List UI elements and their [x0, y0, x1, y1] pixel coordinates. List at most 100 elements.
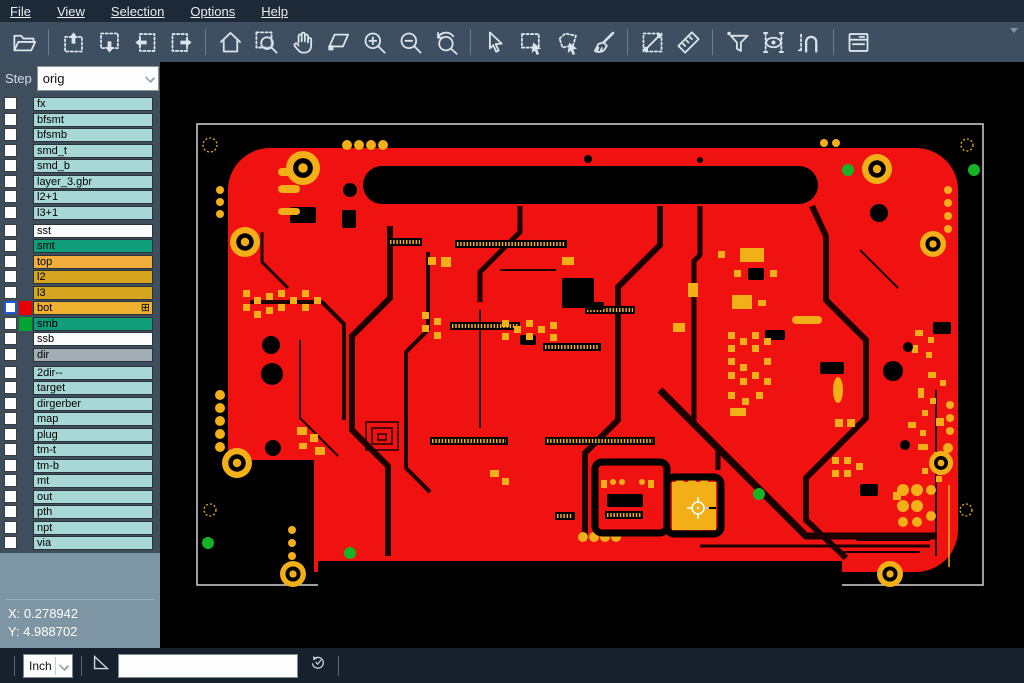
layer-checkbox-target[interactable]: [4, 381, 17, 394]
layer-checkbox-l3+1[interactable]: [4, 206, 17, 219]
layer-name-bfsmt[interactable]: bfsmt: [33, 113, 153, 127]
ruler-button[interactable]: [670, 25, 706, 59]
move-down-button[interactable]: [91, 25, 127, 59]
select-poly-button[interactable]: [549, 25, 585, 59]
layer-name-l2[interactable]: l2: [33, 270, 153, 284]
layer-checkbox-bfsmb[interactable]: [4, 128, 17, 141]
layer-checkbox-l2[interactable]: [4, 270, 17, 283]
layer-checkbox-npt[interactable]: [4, 521, 17, 534]
layer-checkbox-smd_t[interactable]: [4, 144, 17, 157]
layer-checkbox-2dir--[interactable]: [4, 366, 17, 379]
pcb-canvas[interactable]: [160, 62, 1024, 648]
net-trace-button[interactable]: [791, 25, 827, 59]
layer-name-ssb[interactable]: ssb: [33, 332, 153, 346]
menu-options[interactable]: Options: [190, 4, 235, 19]
layer-checkbox-layer_3.gbr[interactable]: [4, 175, 17, 188]
filter-button[interactable]: [719, 25, 755, 59]
menu-view[interactable]: View: [57, 4, 85, 19]
zoom-area-button[interactable]: [248, 25, 284, 59]
open-folder-button[interactable]: [6, 25, 42, 59]
select-rect-button[interactable]: [513, 25, 549, 59]
layer-checkbox-l2+1[interactable]: [4, 190, 17, 203]
zoom-out-button[interactable]: [392, 25, 428, 59]
green-marker: [202, 537, 214, 549]
layer-name-dir[interactable]: dir: [33, 348, 153, 362]
layer-name-2dir--[interactable]: 2dir--: [33, 366, 153, 380]
layer-name-mt[interactable]: mt: [33, 474, 153, 488]
layer-name-plug[interactable]: plug: [33, 428, 153, 442]
layer-name-smd_b[interactable]: smd_b: [33, 159, 153, 173]
layer-checkbox-smb[interactable]: [4, 317, 17, 330]
layer-name-smd_t[interactable]: smd_t: [33, 144, 153, 158]
layer-name-target[interactable]: target: [33, 381, 153, 395]
layer-checkbox-smd_b[interactable]: [4, 159, 17, 172]
layer-checkbox-sst[interactable]: [4, 224, 17, 237]
layer-name-out[interactable]: out: [33, 490, 153, 504]
report-form-button[interactable]: [840, 25, 876, 59]
layer-checkbox-dir[interactable]: [4, 348, 17, 361]
layer-name-l3+1[interactable]: l3+1: [33, 206, 153, 220]
layer-checkbox-smt[interactable]: [4, 239, 17, 252]
layer-checkbox-map[interactable]: [4, 412, 17, 425]
layer-checkbox-via[interactable]: [4, 536, 17, 549]
home-button[interactable]: [212, 25, 248, 59]
smd-pad: [844, 457, 851, 464]
zoom-previous-button[interactable]: [428, 25, 464, 59]
green-marker: [968, 164, 980, 176]
toolbar-overflow-icon[interactable]: [1010, 28, 1018, 33]
coordinate-input[interactable]: [118, 654, 298, 678]
layer-name-bot[interactable]: bot⊞: [33, 301, 153, 315]
layer-name-bfsmb[interactable]: bfsmb: [33, 128, 153, 142]
smd-pad: [302, 304, 309, 311]
round-pad: [944, 199, 952, 207]
smd-pad: [835, 419, 843, 427]
layer-name-l3[interactable]: l3: [33, 286, 153, 300]
move-left-button[interactable]: [127, 25, 163, 59]
layer-checkbox-tm-t[interactable]: [4, 443, 17, 456]
select-rect-icon: [518, 29, 545, 56]
layer-name-map[interactable]: map: [33, 412, 153, 426]
layer-checkbox-tm-b[interactable]: [4, 459, 17, 472]
layer-name-layer_3.gbr[interactable]: layer_3.gbr: [33, 175, 153, 189]
layer-checkbox-pth[interactable]: [4, 505, 17, 518]
snapshot-area-button[interactable]: [320, 25, 356, 59]
move-right-button[interactable]: [163, 25, 199, 59]
layer-name-sst[interactable]: sst: [33, 224, 153, 238]
layer-name-tm-t[interactable]: tm-t: [33, 443, 153, 457]
view-box-button[interactable]: [755, 25, 791, 59]
layer-row-ssb: ssb: [0, 332, 160, 346]
layer-checkbox-ssb[interactable]: [4, 332, 17, 345]
move-up-button[interactable]: [55, 25, 91, 59]
menu-selection[interactable]: Selection: [111, 4, 164, 19]
layer-name-l2+1[interactable]: l2+1: [33, 190, 153, 204]
layer-name-top[interactable]: top: [33, 255, 153, 269]
step-combobox[interactable]: orig: [37, 66, 159, 91]
refresh-icon[interactable]: [308, 653, 328, 678]
layer-name-via[interactable]: via: [33, 536, 153, 550]
corner-triangle-icon[interactable]: [90, 652, 112, 679]
layer-checkbox-bot[interactable]: [4, 301, 17, 314]
layer-name-dirgerber[interactable]: dirgerber: [33, 397, 153, 411]
layer-name-npt[interactable]: npt: [33, 521, 153, 535]
layer-name-smt[interactable]: smt: [33, 239, 153, 253]
layer-name-tm-b[interactable]: tm-b: [33, 459, 153, 473]
layer-checkbox-mt[interactable]: [4, 474, 17, 487]
select-pointer-button[interactable]: [477, 25, 513, 59]
layer-checkbox-plug[interactable]: [4, 428, 17, 441]
layer-checkbox-out[interactable]: [4, 490, 17, 503]
layer-checkbox-l3[interactable]: [4, 286, 17, 299]
layer-name-fx[interactable]: fx: [33, 97, 153, 111]
layer-name-smb[interactable]: smb: [33, 317, 153, 331]
clean-brush-button[interactable]: [585, 25, 621, 59]
menu-help[interactable]: Help: [261, 4, 288, 19]
layer-checkbox-top[interactable]: [4, 255, 17, 268]
unit-combobox[interactable]: Inch: [23, 654, 73, 678]
layer-checkbox-fx[interactable]: [4, 97, 17, 110]
menu-file[interactable]: File: [10, 4, 31, 19]
layer-checkbox-dirgerber[interactable]: [4, 397, 17, 410]
layer-checkbox-bfsmt[interactable]: [4, 113, 17, 126]
pan-hand-button[interactable]: [284, 25, 320, 59]
measure-diagonal-button[interactable]: [634, 25, 670, 59]
layer-name-pth[interactable]: pth: [33, 505, 153, 519]
zoom-in-button[interactable]: [356, 25, 392, 59]
